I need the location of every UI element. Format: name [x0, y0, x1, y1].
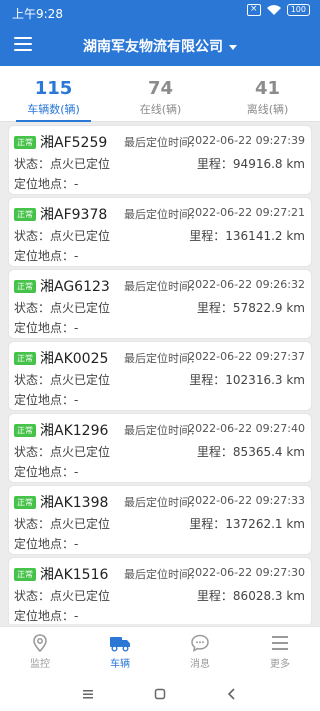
tab-count: 74: [147, 78, 174, 99]
last-position-time: 2022-06-22 09:27:21: [188, 206, 305, 219]
mileage: 里程：137262.1 km: [189, 517, 305, 531]
home-square-icon[interactable]: [150, 684, 170, 704]
caret-down-icon: [229, 44, 237, 50]
battery-icon: 100: [286, 4, 310, 16]
vehicle-status: 状态：点火已定位: [14, 445, 111, 459]
status-time: 上午9:28: [12, 7, 63, 21]
vehicle-card[interactable]: 正常 湘AF9378 最后定位时间： 2022-06-22 09:27:21 状…: [8, 197, 312, 267]
vehicle-status: 状态：点火已定位: [14, 589, 111, 603]
status-icons: × 100: [246, 4, 310, 16]
location: 定位地点：-: [14, 393, 79, 407]
recents-menu-icon[interactable]: [78, 684, 98, 704]
nav-label: 监控: [30, 659, 50, 670]
mileage: 里程：85365.4 km: [196, 445, 305, 459]
vehicle-card[interactable]: 正常 湘AG6123 最后定位时间： 2022-06-22 09:26:32 状…: [8, 269, 312, 339]
status-badge: 正常: [14, 280, 36, 293]
vehicle-status: 状态：点火已定位: [14, 157, 111, 171]
status-bar: 上午9:28 × 100: [0, 0, 320, 24]
status-badge: 正常: [14, 208, 36, 221]
last-position-time: 2022-06-22 09:27:40: [188, 422, 305, 435]
location-pin-icon: [33, 634, 47, 653]
vehicle-card[interactable]: 正常 湘AK1296 最后定位时间： 2022-06-22 09:27:40 状…: [8, 413, 312, 483]
status-badge: 正常: [14, 352, 36, 365]
vehicle-status: 状态：点火已定位: [14, 229, 111, 243]
last-position-time: 2022-06-22 09:27:30: [188, 566, 305, 579]
status-badge: 正常: [14, 568, 36, 581]
plate-number: 湘AK1398: [40, 495, 109, 511]
company-selector[interactable]: 湖南军友物流有限公司: [0, 36, 320, 56]
plate-number: 湘AF5259: [40, 135, 108, 151]
vehicle-list: 正常 湘AF5259 最后定位时间： 2022-06-22 09:27:39 状…: [0, 125, 320, 624]
last-position-time: 2022-06-22 09:27:33: [188, 494, 305, 507]
tab-count: 41: [254, 78, 281, 99]
nav-vehicles[interactable]: 车辆: [80, 627, 160, 677]
more-lines-icon: [272, 636, 288, 650]
vehicle-card[interactable]: 正常 湘AK1516 最后定位时间： 2022-06-22 09:27:30 状…: [8, 557, 312, 624]
location: 定位地点：-: [14, 609, 79, 623]
mileage: 里程：86028.3 km: [196, 589, 305, 603]
plate-number: 湘AG6123: [40, 279, 110, 295]
status-badge: 正常: [14, 424, 36, 437]
sim-off-icon: ×: [246, 4, 261, 16]
mileage: 里程：136141.2 km: [189, 229, 305, 243]
location: 定位地点：-: [14, 321, 79, 335]
nav-monitor[interactable]: 监控: [0, 627, 80, 677]
vehicle-card[interactable]: 正常 湘AF5259 最后定位时间： 2022-06-22 09:27:39 状…: [8, 125, 312, 195]
location: 定位地点：-: [14, 465, 79, 479]
mileage: 里程：57822.9 km: [196, 301, 305, 315]
nav-label: 消息: [190, 659, 210, 670]
location: 定位地点：-: [14, 177, 79, 191]
vehicle-status: 状态：点火已定位: [14, 373, 111, 387]
tab-online[interactable]: 74 在线(辆): [107, 66, 214, 122]
bottom-nav: 监控 车辆 消息 更多: [0, 626, 320, 676]
plate-number: 湘AK1296: [40, 423, 109, 439]
mileage: 里程：94916.8 km: [196, 157, 305, 171]
last-position-time: 2022-06-22 09:26:32: [188, 278, 305, 291]
nav-more[interactable]: 更多: [240, 627, 320, 677]
vehicle-status: 状态：点火已定位: [14, 301, 111, 315]
nav-label: 车辆: [110, 659, 130, 670]
tab-count: 115: [34, 78, 73, 99]
truck-icon: [110, 637, 130, 652]
last-position-time: 2022-06-22 09:27:37: [188, 350, 305, 363]
mileage: 里程：102316.3 km: [189, 373, 305, 387]
vehicle-card[interactable]: 正常 湘AK1398 最后定位时间： 2022-06-22 09:27:33 状…: [8, 485, 312, 555]
tab-offline[interactable]: 41 离线(辆): [214, 66, 320, 122]
vehicle-card[interactable]: 正常 湘AK0025 最后定位时间： 2022-06-22 09:27:37 状…: [8, 341, 312, 411]
last-position-time: 2022-06-22 09:27:39: [188, 134, 305, 147]
plate-number: 湘AK0025: [40, 351, 109, 367]
location: 定位地点：-: [14, 537, 79, 551]
system-nav-bar: [0, 676, 320, 711]
location: 定位地点：-: [14, 249, 79, 263]
tab-total[interactable]: 115 车辆数(辆): [0, 66, 107, 122]
plate-number: 湘AF9378: [40, 207, 108, 223]
nav-label: 更多: [270, 659, 290, 670]
company-name: 湖南军友物流有限公司: [83, 39, 223, 55]
chat-bubble-icon: [191, 634, 209, 652]
vehicle-status: 状态：点火已定位: [14, 517, 111, 531]
status-badge: 正常: [14, 136, 36, 149]
tab-label: 在线(辆): [139, 103, 182, 116]
tab-label: 离线(辆): [246, 103, 289, 116]
back-arrow-icon[interactable]: [222, 684, 242, 704]
vehicle-tabs: 115 车辆数(辆) 74 在线(辆) 41 离线(辆): [0, 66, 320, 122]
app-bar: 湖南军友物流有限公司: [0, 24, 320, 66]
status-badge: 正常: [14, 496, 36, 509]
tab-label: 车辆数(辆): [27, 103, 80, 116]
nav-messages[interactable]: 消息: [160, 627, 240, 677]
plate-number: 湘AK1516: [40, 567, 109, 583]
wifi-icon: [266, 5, 281, 15]
